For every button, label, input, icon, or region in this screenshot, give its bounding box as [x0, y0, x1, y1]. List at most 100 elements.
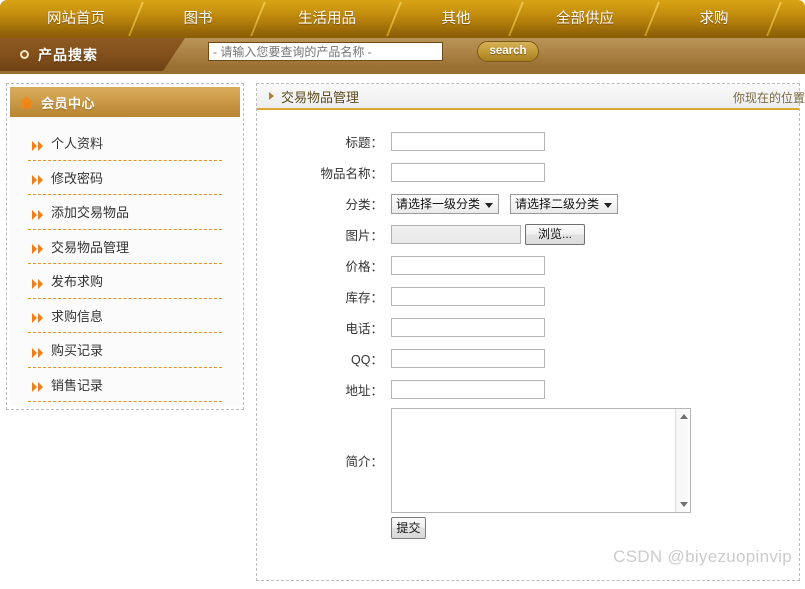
- nav-item-daily-goods[interactable]: 生活用品: [272, 0, 382, 38]
- item-name-control: [391, 163, 545, 182]
- search-input[interactable]: [208, 42, 443, 61]
- triangle-right-icon: [269, 92, 274, 100]
- price-label: 价格：: [345, 260, 383, 274]
- form-row-qq: QQ：: [257, 343, 799, 374]
- form-row-address: 地址：: [257, 374, 799, 405]
- page-title: 交易物品管理: [281, 89, 360, 105]
- phone-control: [391, 318, 545, 337]
- phone-input[interactable]: [391, 318, 545, 337]
- form-row-title: 标题：: [257, 126, 799, 157]
- nav-item-purchase-request[interactable]: 求购: [666, 0, 762, 38]
- chevron-down-icon: [604, 202, 613, 208]
- category-level1-select[interactable]: 请选择一级分类: [391, 193, 500, 214]
- sidebar-item-label: 销售记录: [51, 377, 104, 393]
- category-level2-value: 请选择二级分类: [515, 197, 600, 211]
- nav-separator-icon: [124, 0, 150, 38]
- intro-textarea[interactable]: [392, 408, 677, 512]
- top-navigation-bar: 网站首页 图书 生活用品 其他 全部供应 求购: [0, 0, 805, 38]
- sidebar-header-label: 会员中心: [41, 95, 96, 111]
- submit-button[interactable]: 提交: [391, 517, 426, 539]
- title-input[interactable]: [391, 132, 545, 151]
- image-file-field[interactable]: [391, 225, 521, 244]
- title-label: 标题：: [345, 136, 383, 150]
- double-chevron-icon: [32, 345, 45, 358]
- address-control: [391, 380, 545, 399]
- product-search-tab: 产品搜索: [0, 38, 185, 71]
- qq-label: QQ：: [351, 353, 383, 367]
- form-row-price: 价格：: [257, 250, 799, 281]
- item-name-label: 物品名称：: [320, 167, 383, 181]
- address-label: 地址：: [345, 384, 383, 398]
- sidebar-item-purchase-info[interactable]: 求购信息: [28, 299, 222, 333]
- phone-label: 电话：: [345, 322, 383, 336]
- form-row-phone: 电话：: [257, 312, 799, 343]
- sidebar-item-purchase-records[interactable]: 购买记录: [28, 333, 222, 368]
- home-icon: [19, 96, 34, 109]
- price-input[interactable]: [391, 256, 545, 275]
- double-chevron-icon: [32, 241, 45, 255]
- form-row-stock: 库存：: [257, 281, 799, 312]
- intro-label: 简介：: [345, 454, 383, 469]
- double-chevron-icon: [32, 276, 45, 289]
- nav-item-home[interactable]: 网站首页: [28, 0, 124, 38]
- stock-input[interactable]: [391, 287, 545, 306]
- browse-button[interactable]: 浏览...: [525, 224, 585, 245]
- item-name-input[interactable]: [391, 163, 545, 182]
- double-chevron-icon: [32, 310, 45, 324]
- sidebar-item-label: 求购信息: [51, 308, 104, 324]
- sidebar-header: 会员中心: [10, 87, 240, 117]
- sidebar-item-profile[interactable]: 个人资料: [28, 126, 222, 161]
- sidebar-item-change-password[interactable]: 修改密码: [28, 161, 222, 195]
- textarea-scrollbar[interactable]: [675, 408, 690, 512]
- trade-item-form: 标题： 物品名称： 分类： 请选择一级分类 请选择二级分类 图片： 浏览... …: [257, 110, 799, 539]
- sidebar-item-label: 修改密码: [51, 170, 104, 186]
- nav-separator-icon: [504, 0, 530, 38]
- stock-control: [391, 287, 545, 306]
- double-chevron-icon: [32, 138, 45, 151]
- scroll-down-arrow-icon[interactable]: [680, 501, 688, 507]
- sidebar-item-add-trade-item[interactable]: 添加交易物品: [28, 195, 222, 230]
- sidebar-item-label: 购买记录: [51, 343, 104, 359]
- form-row-category: 分类： 请选择一级分类 请选择二级分类: [257, 188, 799, 219]
- qq-control: [391, 349, 545, 368]
- nav-item-books[interactable]: 图书: [150, 0, 246, 38]
- double-chevron-icon: [32, 207, 45, 220]
- form-row-image: 图片： 浏览...: [257, 219, 799, 250]
- intro-control: [391, 407, 691, 513]
- nav-separator-icon: [640, 0, 666, 38]
- sidebar-item-label: 发布求购: [51, 274, 104, 290]
- sidebar-item-sales-records[interactable]: 销售记录: [28, 368, 222, 402]
- form-row-item-name: 物品名称：: [257, 157, 799, 188]
- nav-separator-icon: [382, 0, 408, 38]
- nav-left-cap: [0, 0, 28, 38]
- csdn-watermark: CSDN @biyezuopinvip: [613, 547, 792, 566]
- title-control: [391, 132, 545, 151]
- price-control: [391, 256, 545, 275]
- sidebar-item-label: 个人资料: [51, 136, 104, 152]
- nav-separator-icon: [762, 0, 788, 38]
- search-button[interactable]: search: [477, 41, 539, 62]
- category-level1-value: 请选择一级分类: [396, 197, 481, 211]
- scroll-up-arrow-icon[interactable]: [680, 413, 688, 419]
- member-center-sidebar: 会员中心 个人资料 修改密码 添加交易物品 交易物品管理 发布求购 求购信息 购…: [6, 83, 244, 410]
- circle-icon: [20, 50, 29, 59]
- form-row-intro: 简介：: [257, 405, 799, 515]
- double-chevron-icon: [32, 379, 45, 393]
- sidebar-menu: 个人资料 修改密码 添加交易物品 交易物品管理 发布求购 求购信息 购买记录 销…: [10, 117, 240, 406]
- address-input[interactable]: [391, 380, 545, 399]
- nav-item-other[interactable]: 其他: [408, 0, 504, 38]
- nav-items-row: 网站首页 图书 生活用品 其他 全部供应 求购: [0, 0, 805, 38]
- intro-textarea-wrapper: [391, 407, 691, 513]
- category-control: 请选择一级分类 请选择二级分类: [391, 193, 619, 214]
- chevron-down-icon: [485, 202, 494, 208]
- qq-input[interactable]: [391, 349, 545, 368]
- category-level2-select[interactable]: 请选择二级分类: [510, 193, 619, 214]
- product-search-tab-label: 产品搜索: [38, 46, 98, 63]
- breadcrumb: 你现在的位置: [732, 91, 805, 105]
- sidebar-item-trade-item-management[interactable]: 交易物品管理: [28, 230, 222, 264]
- image-control: 浏览...: [391, 224, 585, 245]
- nav-item-all-supply[interactable]: 全部供应: [530, 0, 640, 38]
- category-label: 分类：: [345, 198, 383, 212]
- form-row-submit: 提交: [257, 517, 799, 539]
- sidebar-item-publish-purchase-request[interactable]: 发布求购: [28, 264, 222, 299]
